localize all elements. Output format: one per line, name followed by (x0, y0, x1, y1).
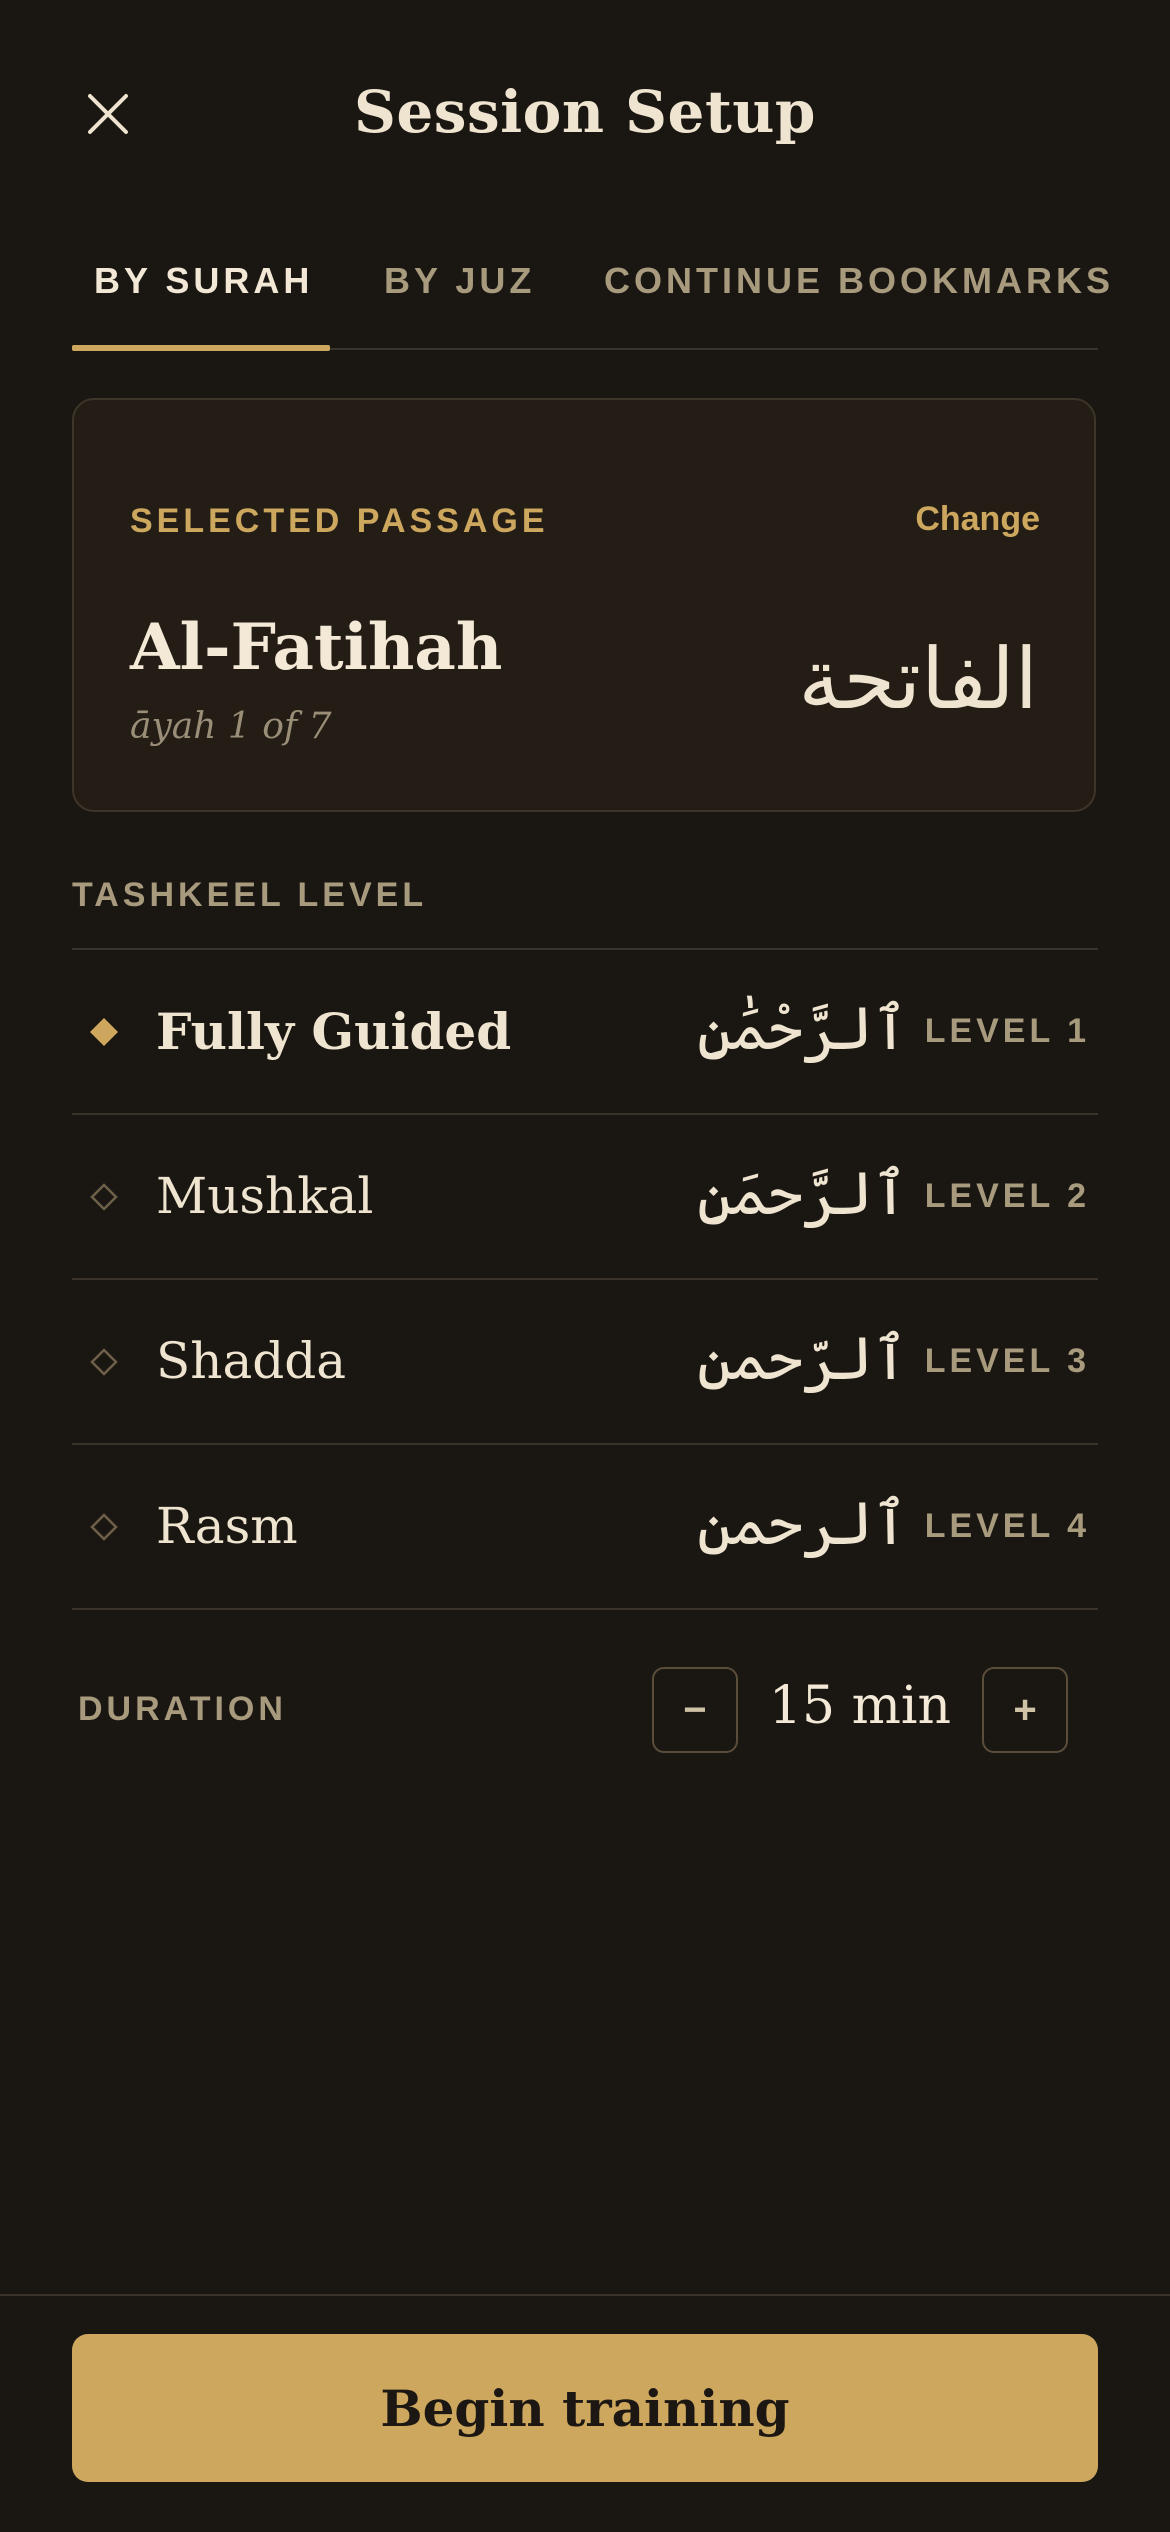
level-option-shadda[interactable]: Shadda ٱلرّحمن LEVEL 3 (72, 1280, 1098, 1445)
change-passage-button[interactable]: Change (915, 500, 1040, 539)
level-arabic-sample: ٱلرحمن (697, 1489, 908, 1559)
minus-icon: − (683, 1688, 707, 1732)
selected-passage-card: SELECTED PASSAGE Change Al-Fatihah āyah … (72, 398, 1096, 812)
header: Session Setup (0, 0, 1170, 230)
level-tag: LEVEL 2 (924, 1177, 1090, 1215)
passage-arabic-name: الفاتحة (798, 630, 1038, 728)
tashkeel-level-label: TASHKEEL LEVEL (72, 876, 428, 914)
level-option-fully-guided[interactable]: Fully Guided ٱلرَّحْمَٰنِ LEVEL 1 (72, 950, 1098, 1115)
plus-icon: + (1013, 1688, 1037, 1732)
tab-by-juz[interactable]: BY JUZ (384, 260, 535, 302)
diamond-outline-icon (90, 1513, 118, 1541)
level-tag: LEVEL 3 (924, 1342, 1090, 1380)
duration-increase-button[interactable]: + (982, 1667, 1068, 1753)
duration-label: DURATION (78, 1690, 287, 1728)
level-name: Fully Guided (156, 1002, 512, 1061)
passage-name: Al-Fatihah (130, 610, 503, 685)
level-name: Mushkal (156, 1167, 374, 1225)
footer-divider (0, 2294, 1170, 2296)
level-arabic-sample: ٱلرّحمن (697, 1324, 908, 1394)
selected-passage-label: SELECTED PASSAGE (130, 502, 549, 540)
page-title: Session Setup (354, 78, 816, 146)
duration-value: 15 min (768, 1676, 952, 1736)
passage-ayah-info: āyah 1 of 7 (130, 706, 332, 747)
begin-training-label: Begin training (380, 2378, 790, 2438)
tab-continue-bookmarks[interactable]: CONTINUE BOOKMARKS (604, 260, 1114, 302)
level-name: Rasm (156, 1497, 298, 1555)
diamond-filled-icon (90, 1018, 118, 1046)
active-tab-indicator (72, 345, 330, 351)
level-option-rasm[interactable]: Rasm ٱلرحمن LEVEL 4 (72, 1445, 1098, 1610)
diamond-outline-icon (90, 1348, 118, 1376)
diamond-outline-icon (90, 1183, 118, 1211)
tab-by-surah[interactable]: BY SURAH (94, 260, 313, 302)
tab-bar: BY SURAH BY JUZ CONTINUE BOOKMARKS (72, 246, 1110, 351)
level-tag: LEVEL 4 (924, 1507, 1090, 1545)
level-arabic-sample: ٱلرَّحمَنِ (697, 1159, 908, 1229)
level-name: Shadda (156, 1332, 347, 1390)
tashkeel-level-list: Fully Guided ٱلرَّحْمَٰنِ LEVEL 1 Mushka… (72, 948, 1098, 1610)
begin-training-button[interactable]: Begin training (72, 2334, 1098, 2482)
level-tag: LEVEL 1 (924, 1012, 1090, 1050)
level-arabic-sample: ٱلرَّحْمَٰنِ (697, 994, 908, 1064)
duration-decrease-button[interactable]: − (652, 1667, 738, 1753)
level-option-mushkal[interactable]: Mushkal ٱلرَّحمَنِ LEVEL 2 (72, 1115, 1098, 1280)
